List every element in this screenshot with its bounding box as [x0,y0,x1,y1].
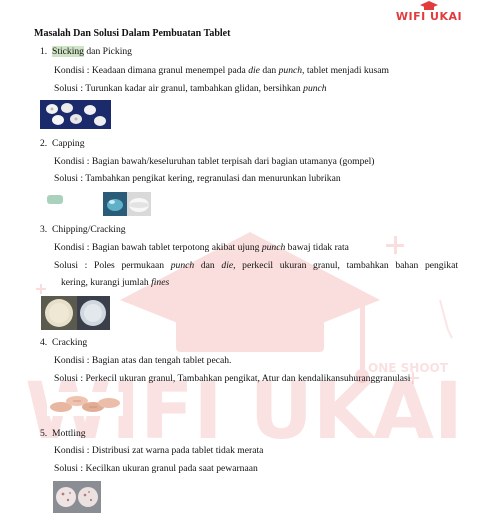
solusi-text: Solusi : Turunkan kadar air granul, tamb… [54,83,327,94]
solusi-text: Solusi : Kecilkan ukuran granul pada saa… [54,463,258,474]
kondisi-text: Kondisi : Keadaan dimana granul menempel… [54,65,389,76]
chipping-tablet-photo [41,296,110,330]
cracking-tablet-photo [47,392,123,416]
capping-tablet-photo-small [47,195,63,204]
section-number: 1. [40,46,48,57]
kondisi-text: Kondisi : Bagian bawah tablet terpotong … [54,242,349,253]
capping-tablet-photo [103,192,151,216]
kondisi-text: Kondisi : Bagian bawah/keseluruhan table… [54,156,375,167]
section-heading-cracking: Cracking [52,337,88,348]
section-heading-sticking: Sticking dan Picking [52,46,132,57]
mottling-tablet-photo [53,481,101,513]
section-number: 5. [40,428,48,439]
section-number: 4. [40,337,48,348]
document-page: WIFI UKAI ONE SHOOT WIFI UKAI Masalah Da… [0,0,478,520]
brand-logo-text: WIFI UKAI [395,10,463,23]
section-number: 3. [40,224,48,235]
section-number: 2. [40,138,48,149]
section-heading-chipping: Chipping/Cracking [52,224,126,235]
section-heading-mottling: Mottling [52,428,86,439]
kondisi-text: Kondisi : Bagian atas dan tengah tablet … [54,355,232,366]
kondisi-text: Kondisi : Distribusi zat warna pada tabl… [54,445,264,456]
highlighted-term: Sticking [52,46,84,57]
page-title: Masalah Dan Solusi Dalam Pembuatan Table… [34,28,231,39]
sticking-tablet-photo [40,100,111,129]
section-heading-capping: Capping [52,138,85,149]
solusi-text: Solusi : Tambahkan pengikat kering, regr… [54,173,341,184]
solusi-text: Solusi : Poles permukaan punch dan die, … [54,260,458,288]
brand-logo: WIFI UKAI [394,1,464,24]
solusi-text: Solusi : Perkecil ukuran granul, Tambahk… [54,373,411,384]
